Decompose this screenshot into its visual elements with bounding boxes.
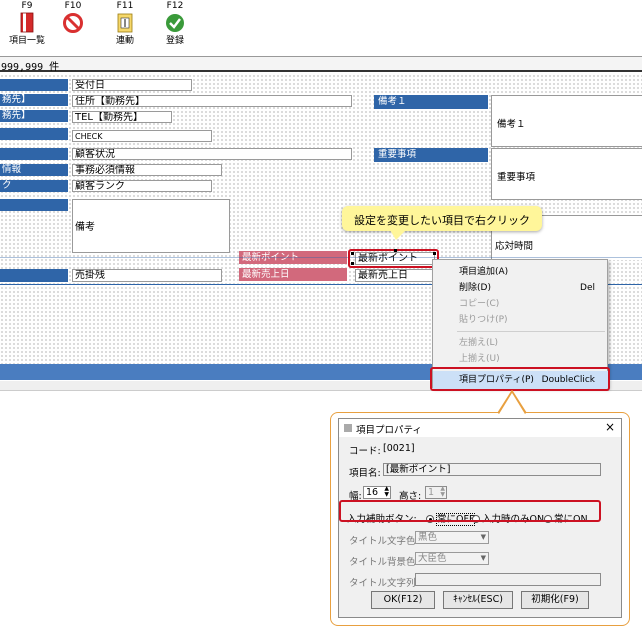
left-label-8 (0, 269, 68, 282)
selection-handle[interactable] (394, 249, 397, 252)
cancel-button[interactable]: ｷｬﾝｾﾙ(ESC) (443, 591, 513, 609)
list-book-icon (15, 12, 39, 34)
selection-handle[interactable] (351, 252, 354, 255)
menu-item-delete-label: 削除(D) (459, 283, 491, 293)
close-icon[interactable]: × (605, 420, 615, 434)
chevron-down-icon: ▼ (480, 533, 486, 541)
f12-label: 登録 (165, 36, 184, 46)
dialog-titlebar: 項目プロパティ × (339, 419, 621, 437)
left-label-0 (0, 79, 68, 91)
customer-status-field[interactable]: 顧客状況 (72, 148, 352, 160)
selection-handle[interactable] (433, 252, 436, 255)
title-bg-select: 大臣色 ▼ (415, 552, 489, 565)
title-text-field (415, 573, 601, 586)
left-label-4 (0, 148, 68, 160)
f9-list-button[interactable]: F9 項目一覧 (6, 0, 48, 52)
properties-highlight (430, 367, 610, 391)
toolbar: F9 項目一覧 F10 F11 連動 F12 登録 (0, 0, 642, 54)
receivable-field[interactable]: 売掛残 (72, 269, 222, 282)
code-value: [0021] (383, 443, 415, 454)
important-label: 重要事項 (374, 148, 488, 162)
menu-separator (457, 331, 605, 332)
record-count-bar: 999,999 件 (0, 56, 642, 73)
remarks1-value: 備考１ (497, 119, 526, 130)
dialog-pointer-cover (498, 391, 526, 414)
menu-item-paste: 貼りつけ(P) (433, 311, 609, 329)
important-value: 重要事項 (497, 172, 536, 183)
assist-row-highlight (339, 500, 601, 522)
ok-button[interactable]: OK(F12) (371, 591, 435, 609)
check-circle-icon (163, 12, 187, 34)
remarks1-box[interactable]: 備考１ (491, 95, 642, 147)
dialog-title: 項目プロパティ (356, 425, 422, 436)
menu-item-copy-label: コピー(C) (459, 299, 500, 309)
stepper-arrows-icon[interactable]: ▲ ▼ (384, 486, 389, 498)
latest-sales-date-field[interactable]: 最新売上日 (355, 269, 435, 282)
title-color-label: タイトル文字色: (349, 536, 419, 547)
menu-item-align-top-label: 上揃え(U) (459, 354, 500, 364)
instruction-callout: 設定を変更したい項目で右クリック (342, 206, 542, 240)
reception-date-field[interactable]: 受付日 (72, 79, 192, 91)
left-label-6: ク (0, 180, 68, 192)
left-label-5: 情報 (0, 164, 68, 176)
important-box[interactable]: 重要事項 (491, 148, 642, 200)
remarks1-label: 備考１ (374, 95, 488, 109)
f9-label: 項目一覧 (8, 36, 45, 46)
left-label-3 (0, 128, 68, 140)
menu-item-align-left-label: 左揃え(L) (459, 338, 499, 348)
f11-link-button[interactable]: F11 連動 (104, 0, 146, 52)
no-entry-icon (61, 12, 85, 34)
width-value: 16 (366, 487, 379, 498)
initialize-button[interactable]: 初期化(F9) (521, 591, 589, 609)
f12-register-button[interactable]: F12 登録 (154, 0, 196, 52)
customer-rank-field[interactable]: 顧客ランク (72, 180, 212, 192)
item-name-label: 項目名: (349, 468, 381, 479)
code-label: コード: (349, 446, 381, 457)
dialog-app-icon (344, 424, 352, 432)
title-bg-label: タイトル背景色: (349, 557, 419, 568)
height-stepper: 1 ▲ ▼ (425, 486, 447, 499)
stepper-arrows-icon: ▲ ▼ (440, 485, 445, 498)
width-stepper[interactable]: 16 ▲ ▼ (363, 486, 391, 499)
item-name-field[interactable]: [最新ポイント] (383, 463, 601, 476)
link-doc-icon (113, 12, 137, 34)
section-divider (0, 257, 642, 258)
title-color-value: 黒色 (418, 532, 438, 543)
height-value: 1 (428, 487, 435, 498)
remarks-field[interactable]: 備考 (72, 199, 230, 253)
response-time-value: 応対時間 (495, 241, 534, 252)
check-field[interactable]: CHECK (72, 130, 212, 142)
latest-sales-date-label: 最新売上日 (239, 268, 347, 281)
tel-field[interactable]: TEL【勤務先】 (72, 111, 172, 123)
callout-text: 設定を変更したい項目で右クリック (354, 214, 530, 227)
f10-key-label: F10 (64, 1, 82, 11)
left-label-1: 務先】 (0, 94, 68, 106)
f12-key-label: F12 (166, 1, 184, 11)
record-count: 999,999 件 (1, 62, 60, 73)
f11-key-label: F11 (116, 1, 134, 11)
required-info-field[interactable]: 事務必須情報 (72, 164, 222, 176)
chevron-down-icon: ▼ (480, 554, 486, 562)
callout-pointer (390, 230, 406, 240)
f10-cancel-button[interactable]: F10 (52, 0, 94, 52)
menu-item-align-top: 上揃え(U) (433, 350, 609, 368)
left-label-2: 務先】 (0, 110, 68, 122)
menu-item-add-label: 項目追加(A) (459, 267, 509, 277)
title-text-label: タイトル文字列: (349, 578, 419, 589)
title-bg-value: 大臣色 (418, 553, 447, 564)
f9-key-label: F9 (21, 1, 33, 11)
menu-item-paste-label: 貼りつけ(P) (459, 315, 508, 325)
selection-handle[interactable] (351, 262, 354, 265)
left-label-7 (0, 199, 68, 211)
address-field[interactable]: 住所【勤務先】 (72, 95, 352, 107)
f11-label: 連動 (115, 36, 134, 46)
title-color-select: 黒色 ▼ (415, 531, 489, 544)
